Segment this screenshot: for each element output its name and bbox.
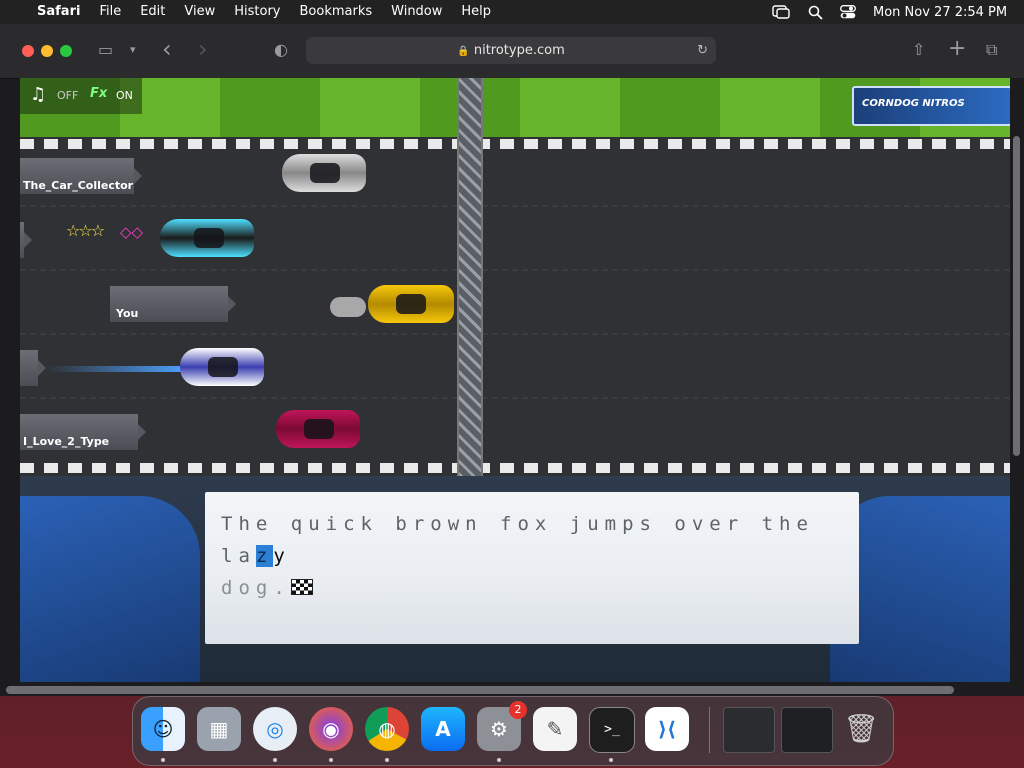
smoke-effect-icon	[330, 297, 366, 317]
lightning-trail-icon	[46, 366, 186, 372]
notification-badge: 2	[509, 701, 527, 719]
dashboard: The quick brown fox jumps over the lazy d…	[20, 476, 1010, 688]
menu-clock[interactable]: Mon Nov 27 2:54 PM	[873, 0, 1007, 24]
running-indicator	[161, 758, 165, 762]
tab-overview-icon[interactable]: ⧉	[986, 39, 997, 61]
typing-cursor: z	[255, 545, 274, 567]
music-toggle[interactable]: OFF	[57, 89, 78, 102]
neon-squares-icon: ◇◇	[120, 223, 144, 241]
sound-controls: ♫ OFF Fx ON	[20, 78, 142, 114]
menu-help[interactable]: Help	[461, 0, 491, 24]
typed-text: The quick brown fox jumps over the la	[221, 513, 814, 567]
finish-flag-icon	[290, 579, 313, 595]
forward-button[interactable]: ›	[198, 37, 208, 61]
lane-divider	[20, 205, 1010, 207]
running-indicator	[385, 758, 389, 762]
horizontal-scroll-thumb[interactable]	[6, 686, 954, 694]
racer-nametag	[20, 222, 32, 258]
dock-window-thumbnail[interactable]	[723, 707, 775, 753]
menu-app-name[interactable]: Safari	[37, 0, 80, 24]
dock-trash[interactable]: 🗑	[839, 707, 883, 751]
fx-toggle[interactable]: ON	[116, 89, 133, 102]
menu-window[interactable]: Window	[391, 0, 442, 24]
dock-firefox[interactable]: ◉	[309, 707, 353, 751]
racer-car	[160, 219, 254, 257]
lane-divider	[20, 397, 1010, 399]
dock-chrome[interactable]: ◍	[365, 707, 409, 751]
dock-app-store[interactable]: A	[421, 707, 465, 751]
typing-panel[interactable]: The quick brown fox jumps over the lazy d…	[205, 492, 859, 644]
privacy-shield-icon[interactable]: ◐	[274, 39, 288, 61]
racer-car	[282, 154, 366, 192]
dashboard-wing-left	[20, 496, 200, 686]
minimize-window-button[interactable]	[41, 45, 53, 57]
close-window-button[interactable]	[22, 45, 34, 57]
vertical-scroll-thumb[interactable]	[1013, 136, 1020, 456]
dock: ☺ ▦ ◎ ◉ ◍ A ⚙ 2 ✎ >_ ⟩⟨ 🗑	[132, 696, 894, 766]
vertical-scrollbar[interactable]	[1010, 78, 1024, 688]
menu-view[interactable]: View	[184, 0, 215, 24]
reload-icon[interactable]: ↻	[697, 37, 708, 64]
menu-edit[interactable]: Edit	[140, 0, 165, 24]
dock-separator	[709, 707, 710, 753]
menu-bar: Safari File Edit View History Bookmarks …	[0, 0, 1024, 24]
dock-finder[interactable]: ☺	[141, 707, 185, 751]
dock-textedit[interactable]: ✎	[533, 707, 577, 751]
menu-file[interactable]: File	[99, 0, 121, 24]
menu-bookmarks[interactable]: Bookmarks	[300, 0, 373, 24]
back-button[interactable]: ‹	[162, 37, 172, 61]
browser-toolbar: ▭ ▾ ‹ › ◐ 🔒 nitrotype.com ↻ ⇧ + ⧉	[0, 24, 1024, 79]
sponsor-banner: CORNDOG NITROS	[852, 86, 1010, 126]
spotlight-search-icon[interactable]	[808, 0, 823, 24]
next-char: y	[273, 545, 291, 567]
star-trail-icon: ☆☆☆	[66, 221, 105, 240]
lane-divider	[20, 269, 1010, 271]
typing-text[interactable]: The quick brown fox jumps over the lazy d…	[221, 508, 841, 604]
racer-nametag	[20, 350, 46, 386]
music-note-icon[interactable]: ♫	[30, 84, 46, 105]
running-indicator	[273, 758, 277, 762]
dock-launchpad[interactable]: ▦	[197, 707, 241, 751]
share-icon[interactable]: ⇧	[912, 39, 925, 61]
horizontal-scrollbar[interactable]	[0, 682, 1010, 696]
safari-window: ▭ ▾ ‹ › ◐ 🔒 nitrotype.com ↻ ⇧ + ⧉ ♫ OFF …	[0, 24, 1024, 696]
screen-mirroring-icon[interactable]	[772, 0, 790, 24]
menu-history[interactable]: History	[234, 0, 280, 24]
running-indicator	[497, 758, 501, 762]
running-indicator	[609, 758, 613, 762]
dock-terminal[interactable]: >_	[589, 707, 635, 753]
race-track: The_Car_Collector You I_Love_2_Type ☆☆☆ …	[20, 137, 1010, 476]
dock-vscode[interactable]: ⟩⟨	[645, 707, 689, 751]
zoom-window-button[interactable]	[60, 45, 72, 57]
racer-nametag-you: You	[110, 286, 236, 322]
racer-car	[276, 410, 360, 448]
running-indicator	[329, 758, 333, 762]
track-curb-bottom	[20, 463, 1010, 473]
new-tab-button[interactable]: +	[948, 38, 966, 60]
fx-icon[interactable]: Fx	[90, 86, 107, 101]
racer-nametag: The_Car_Collector	[20, 158, 142, 194]
chevron-down-icon[interactable]: ▾	[130, 39, 136, 61]
url-text: nitrotype.com	[473, 43, 565, 58]
dock-safari[interactable]: ◎	[253, 707, 297, 751]
finish-gantry	[457, 78, 483, 476]
lane-divider	[20, 333, 1010, 335]
track-curb-top	[20, 139, 1010, 149]
sidebar-toggle-icon[interactable]: ▭	[98, 39, 113, 61]
dock-window-thumbnail[interactable]	[781, 707, 833, 753]
player-car	[368, 285, 454, 323]
control-center-icon[interactable]	[840, 0, 856, 24]
racer-nametag: I_Love_2_Type	[20, 414, 146, 450]
racer-car	[180, 348, 264, 386]
remaining-text: dog.	[221, 577, 291, 599]
lock-icon: 🔒	[457, 46, 470, 57]
address-bar[interactable]: 🔒 nitrotype.com ↻	[306, 37, 716, 64]
nitrotype-race-area: ♫ OFF Fx ON CORNDOG NITROS The_Car_Colle…	[20, 78, 1010, 688]
